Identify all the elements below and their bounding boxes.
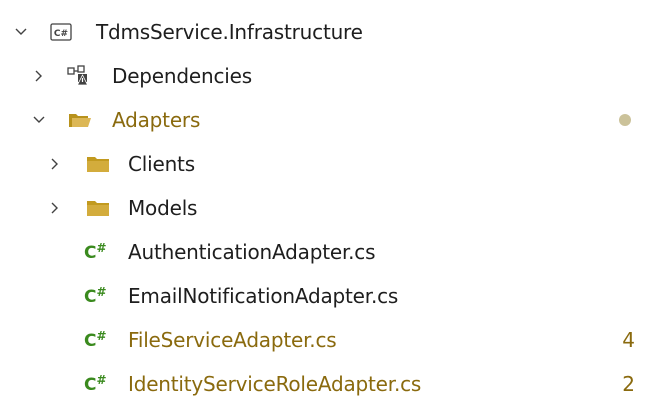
models-label: Models [128, 196, 198, 220]
tree-item-file[interactable]: C# EmailNotificationAdapter.cs [0, 274, 651, 318]
modified-status-dot [619, 114, 631, 126]
tree-item-file[interactable]: C# AuthenticationAdapter.cs [0, 230, 651, 274]
project-label: TdmsService.Infrastructure [96, 20, 363, 44]
adapters-label: Adapters [112, 108, 201, 132]
tree-item-models[interactable]: Models [0, 186, 651, 230]
csharp-file-icon: C# [84, 241, 107, 263]
tree-item-clients[interactable]: Clients [0, 142, 651, 186]
csharp-file-icon: C# [84, 329, 107, 351]
csharp-project-icon: C# [50, 23, 72, 41]
file-label: IdentityServiceRoleAdapter.cs [128, 372, 422, 396]
chevron-down-icon[interactable] [14, 25, 28, 39]
file-label: FileServiceAdapter.cs [128, 328, 337, 352]
tree-item-dependencies[interactable]: Dependencies [0, 54, 651, 98]
file-label: AuthenticationAdapter.cs [128, 240, 376, 264]
solution-explorer-tree: C# TdmsService.Infrastructure Dependenci… [0, 0, 651, 402]
file-label: EmailNotificationAdapter.cs [128, 284, 399, 308]
dependencies-icon [67, 65, 89, 86]
tree-item-file[interactable]: C# FileServiceAdapter.cs 4 [0, 318, 651, 362]
folder-icon [87, 157, 109, 172]
tree-item-project[interactable]: C# TdmsService.Infrastructure [0, 10, 651, 54]
tree-item-file[interactable]: C# IdentityServiceRoleAdapter.cs 2 [0, 362, 651, 406]
svg-text:C#: C# [54, 29, 68, 39]
csharp-file-icon: C# [84, 285, 107, 307]
chevron-right-icon[interactable] [48, 201, 62, 215]
chevron-right-icon[interactable] [48, 157, 62, 171]
problem-count-badge: 4 [622, 328, 635, 352]
chevron-down-icon[interactable] [32, 113, 46, 127]
dependencies-label: Dependencies [112, 64, 252, 88]
clients-label: Clients [128, 152, 195, 176]
chevron-right-icon[interactable] [32, 69, 46, 83]
open-folder-icon [69, 114, 91, 127]
folder-icon [87, 201, 109, 216]
csharp-file-icon: C# [84, 373, 107, 395]
problem-count-badge: 2 [622, 372, 635, 396]
tree-item-adapters[interactable]: Adapters [0, 98, 651, 142]
